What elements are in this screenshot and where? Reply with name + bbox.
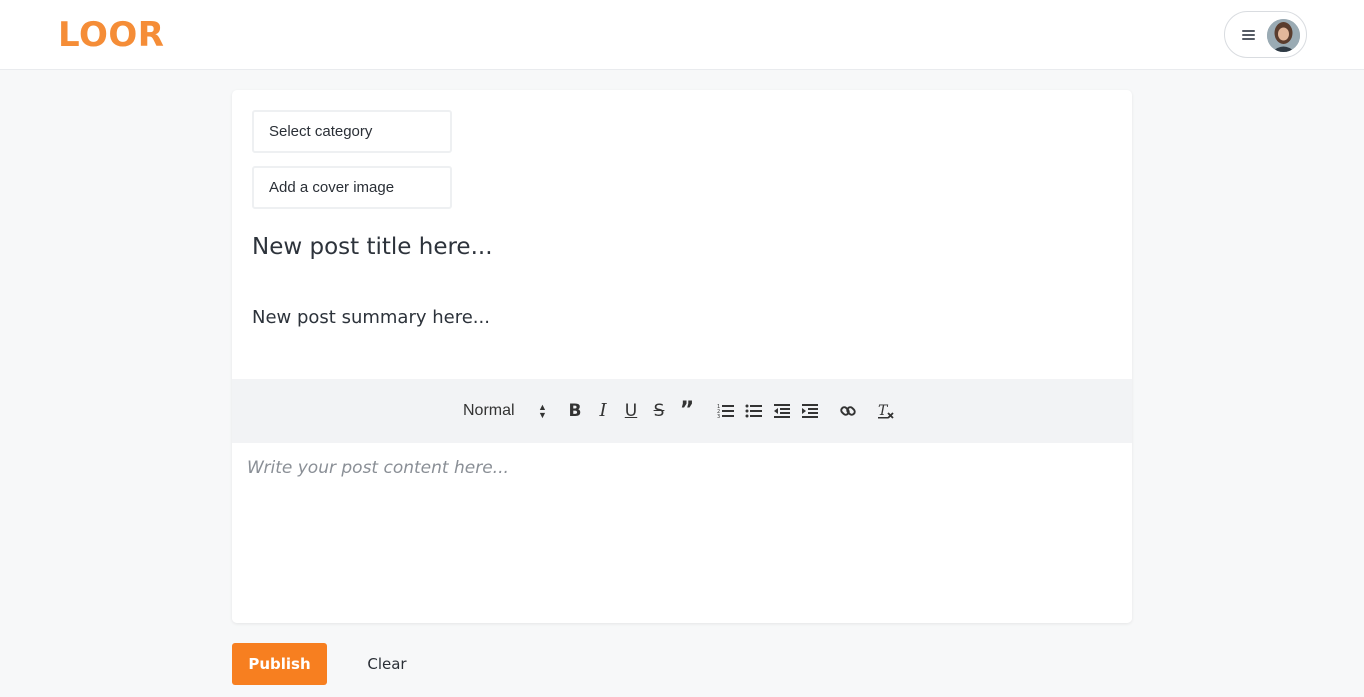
strikethrough-icon[interactable]: S <box>648 399 670 423</box>
heading-select-value: Normal <box>463 402 515 419</box>
bullet-list-icon[interactable] <box>743 399 765 423</box>
post-content-editor[interactable]: Write your post content here... <box>232 443 1132 623</box>
avatar <box>1267 19 1300 52</box>
underline-icon[interactable]: U <box>620 399 642 423</box>
publish-button[interactable]: Publish <box>232 643 327 685</box>
user-menu-button[interactable] <box>1224 11 1307 58</box>
svg-text:3: 3 <box>717 414 720 420</box>
svg-text:T: T <box>878 403 889 419</box>
editor-placeholder: Write your post content here... <box>247 458 509 478</box>
italic-icon[interactable]: I <box>592 399 614 423</box>
add-cover-image-button[interactable]: Add a cover image <box>252 166 452 209</box>
post-editor-card: Select category Add a cover image Normal… <box>232 90 1132 623</box>
link-icon[interactable] <box>837 399 859 423</box>
bold-icon[interactable]: B <box>564 399 586 423</box>
indent-icon[interactable] <box>799 399 821 423</box>
post-summary-input[interactable] <box>252 302 1112 332</box>
ordered-list-icon[interactable]: 123 <box>715 399 737 423</box>
top-header: LOOR <box>0 0 1364 70</box>
outdent-icon[interactable] <box>771 399 793 423</box>
post-title-input[interactable] <box>252 230 1112 264</box>
select-category-button[interactable]: Select category <box>252 110 452 153</box>
heading-select[interactable]: Normal ▲ ▼ <box>463 399 547 423</box>
select-arrows-icon: ▲ ▼ <box>538 402 547 420</box>
clear-format-icon[interactable]: T <box>875 399 897 423</box>
editor-toolbar: Normal ▲ ▼ B I U S ” 123 T <box>232 379 1132 443</box>
logo[interactable]: LOOR <box>58 14 164 56</box>
clear-button[interactable]: Clear <box>350 643 424 685</box>
blockquote-icon[interactable]: ” <box>676 399 698 423</box>
hamburger-icon <box>1242 30 1255 40</box>
